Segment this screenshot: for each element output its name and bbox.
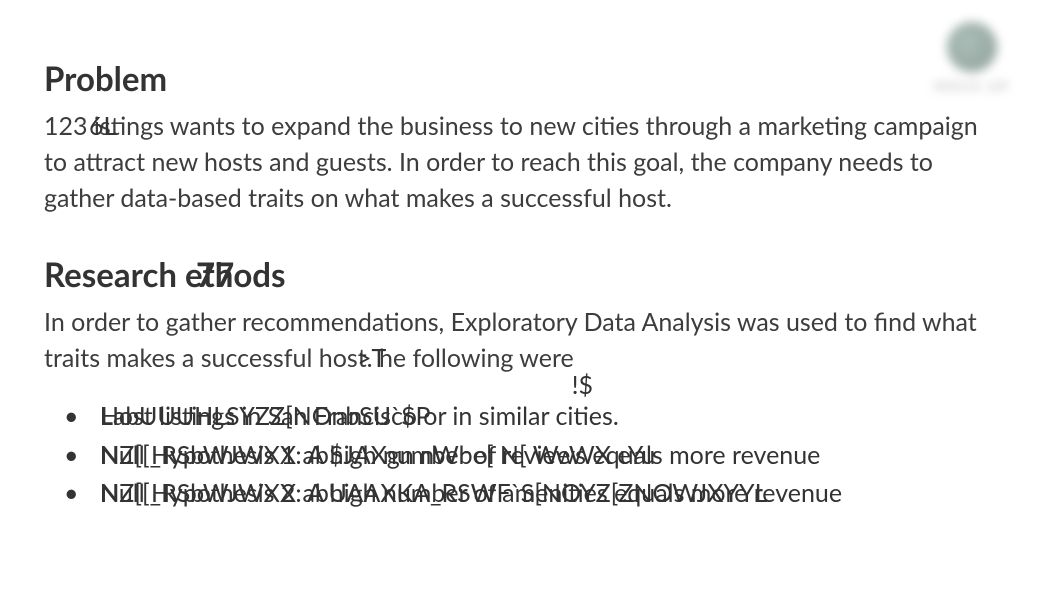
methods-heading-prefix: Research	[44, 255, 185, 295]
bullet-clean: Host listings in San Francisco or in sim…	[100, 401, 619, 431]
methods-heading-suffix: ethods	[185, 255, 286, 295]
bullet-clean: Null Hypothesis 1: A high number of revi…	[100, 440, 820, 470]
bullet-list: Host listings in San Francisco or in sim…	[44, 398, 1018, 511]
methods-body: In order to gather recommendations, Expl…	[44, 304, 984, 377]
methods-body-mid: he following were	[379, 343, 574, 373]
list-item: Null Hypothesis 2: A high number of amen…	[64, 475, 1018, 511]
methods-heading: Research ethods 77	[44, 256, 1018, 296]
methods-section: Research ethods 77 In order to gather re…	[44, 256, 1018, 511]
problem-section: Problem 123 istings wants to expand the …	[44, 60, 1018, 216]
problem-body-main: istings wants to expand the business to …	[44, 111, 978, 214]
problem-body: 123 istings wants to expand the business…	[44, 108, 984, 217]
problem-body-prefix: 123	[44, 111, 94, 141]
slide-content: Problem 123 istings wants to expand the …	[0, 0, 1062, 511]
list-item: Null Hypothesis 1: A high number of revi…	[64, 437, 1018, 473]
list-item: Host listings in San Francisco or in sim…	[64, 398, 1018, 434]
bullet-clean: Null Hypothesis 2: A high number of amen…	[100, 478, 842, 508]
problem-heading: Problem	[44, 60, 1018, 100]
